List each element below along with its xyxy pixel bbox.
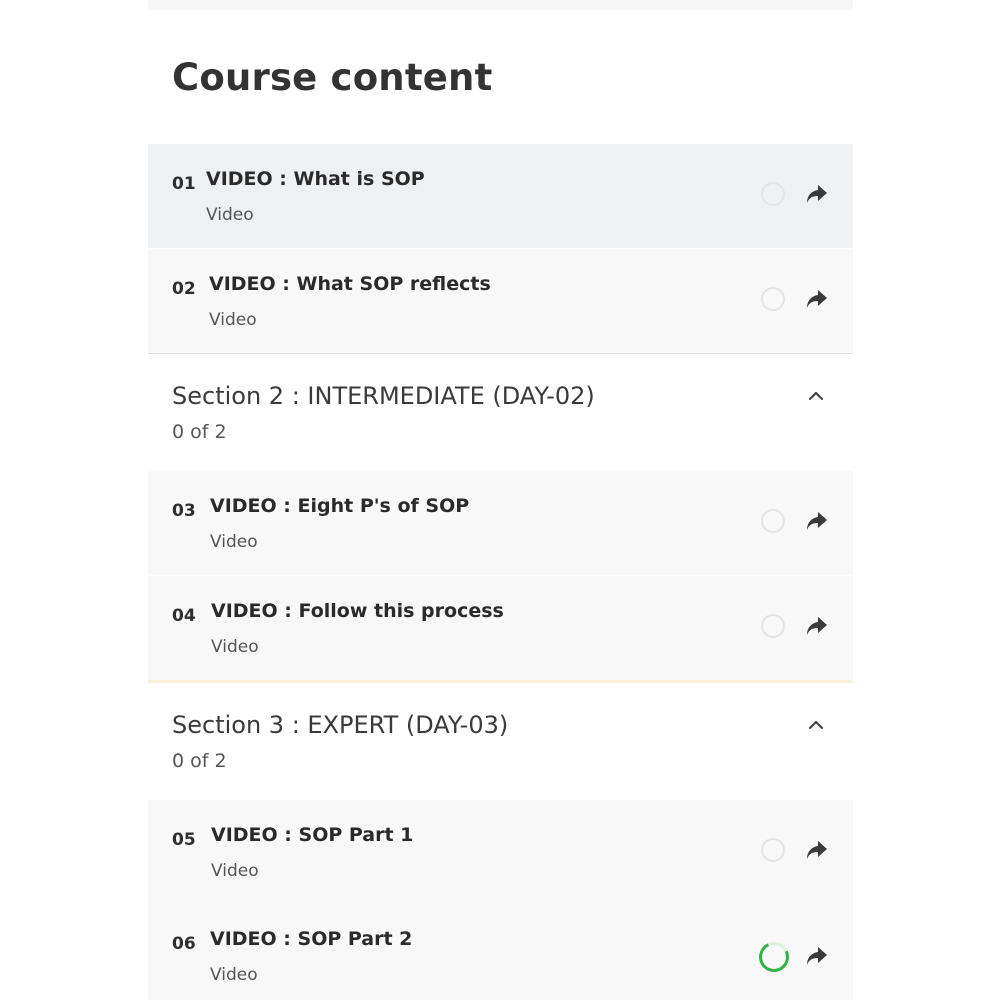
lesson-item-05[interactable]: 05 VIDEO : SOP Part 1 Video (148, 800, 853, 904)
lesson-title: VIDEO : Follow this process (211, 600, 504, 622)
status-circle-icon[interactable] (761, 182, 785, 206)
lesson-number: 06 (172, 934, 196, 954)
section-header-3[interactable]: Section 3 : EXPERT (DAY-03) 0 of 2 (148, 683, 853, 799)
lesson-type: Video (206, 205, 254, 225)
lesson-number: 04 (172, 606, 196, 626)
lesson-title: VIDEO : Eight P's of SOP (210, 495, 470, 517)
section-header-2[interactable]: Section 2 : INTERMEDIATE (DAY-02) 0 of 2 (148, 354, 853, 470)
share-arrow-icon[interactable] (806, 840, 828, 860)
lesson-item-01[interactable]: 01 VIDEO : What is SOP Video (148, 144, 853, 248)
status-circle-icon[interactable] (761, 838, 785, 862)
status-circle-icon[interactable] (761, 509, 785, 533)
lesson-item-03[interactable]: 03 VIDEO : Eight P's of SOP Video (148, 471, 853, 575)
share-arrow-icon[interactable] (806, 946, 828, 966)
share-arrow-icon[interactable] (806, 616, 828, 636)
lesson-item-04[interactable]: 04 VIDEO : Follow this process Video (148, 576, 853, 680)
lesson-title: VIDEO : What SOP reflects (209, 273, 491, 295)
share-arrow-icon[interactable] (806, 184, 828, 204)
lesson-title: VIDEO : SOP Part 2 (210, 928, 413, 950)
lesson-type: Video (211, 637, 259, 657)
lesson-title: VIDEO : What is SOP (206, 168, 425, 190)
lesson-item-06[interactable]: 06 VIDEO : SOP Part 2 Video (148, 904, 853, 1000)
loading-circle-icon[interactable] (754, 937, 794, 977)
status-circle-icon[interactable] (761, 614, 785, 638)
share-arrow-icon[interactable] (806, 511, 828, 531)
top-strip (148, 0, 853, 10)
lesson-number: 05 (172, 830, 196, 850)
course-content-panel: Course content 01 VIDEO : What is SOP Vi… (148, 0, 853, 1000)
section-title: Section 2 : INTERMEDIATE (DAY-02) (172, 382, 595, 410)
status-circle-icon[interactable] (761, 287, 785, 311)
lesson-type: Video (209, 310, 257, 330)
lesson-type: Video (210, 965, 258, 985)
lesson-number: 03 (172, 501, 196, 521)
section-progress: 0 of 2 (172, 421, 227, 443)
lesson-type: Video (211, 861, 259, 881)
lesson-title: VIDEO : SOP Part 1 (211, 824, 414, 846)
lesson-type: Video (210, 532, 258, 552)
chevron-up-icon[interactable] (808, 719, 824, 731)
section-title: Section 3 : EXPERT (DAY-03) (172, 711, 509, 739)
lesson-number: 02 (172, 279, 196, 299)
lesson-item-02[interactable]: 02 VIDEO : What SOP reflects Video (148, 249, 853, 353)
chevron-up-icon[interactable] (808, 390, 824, 402)
course-title: Course content (172, 56, 493, 99)
section-progress: 0 of 2 (172, 750, 227, 772)
share-arrow-icon[interactable] (806, 289, 828, 309)
lesson-number: 01 (172, 174, 196, 194)
